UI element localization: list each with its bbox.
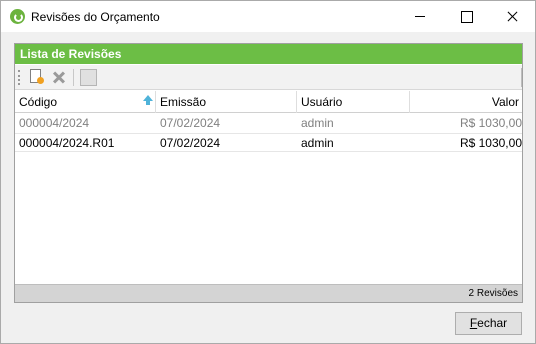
column-header-emissao[interactable]: Emissão [156,91,297,113]
column-header-usuario[interactable]: Usuário [297,91,410,113]
delete-icon[interactable] [50,68,68,86]
new-star-icon [37,77,44,84]
maximize-button[interactable] [443,1,489,32]
column-label: Usuário [301,95,343,109]
cell-emissao: 07/02/2024 [160,136,221,150]
revision-count: 2 Revisões [468,288,518,299]
table-row[interactable]: 000004/2024 07/02/2024 admin R$ 1030,00 [15,114,522,133]
toolbar-edge [521,68,522,87]
cell-emissao: 07/02/2024 [160,116,221,130]
app-logo-icon [10,9,25,24]
cell-codigo: 000004/2024 [19,116,90,130]
title-bar[interactable]: Revisões do Orçamento [1,1,535,32]
panel-title: Lista de Revisões [20,47,122,61]
close-window-button[interactable] [489,1,535,32]
toolbar-grip[interactable] [18,70,20,85]
column-label: Código [19,95,58,109]
sort-ascending-icon [143,95,153,105]
blank-tool-icon[interactable] [79,68,97,86]
column-label: Valor [491,95,519,109]
panel-header: Lista de Revisões [15,44,522,64]
window-title: Revisões do Orçamento [31,10,160,24]
cell-codigo: 000004/2024.R01 [19,136,115,150]
column-header-codigo[interactable]: Código [15,91,156,113]
revisions-grid: Código Emissão Usuário Valor 000004/2024… [15,91,522,283]
cell-valor: R$ 1030,00 [459,136,522,150]
revisions-panel: Lista de Revisões Código Emissão Usuário… [14,43,523,303]
minimize-button[interactable] [397,1,443,32]
dialog-window: Revisões do Orçamento Lista de Revisões … [0,0,536,344]
toolbar-separator [73,69,74,86]
grid-header: Código Emissão Usuário Valor [15,91,522,113]
cell-usuario: admin [301,136,334,150]
close-button[interactable]: Fechar [455,312,522,335]
cell-usuario: admin [301,116,334,130]
cell-valor: R$ 1030,00 [459,116,522,130]
table-row[interactable]: 000004/2024.R01 07/02/2024 admin R$ 1030… [15,133,522,152]
toolbar [15,65,522,90]
new-revision-icon[interactable] [27,68,45,86]
close-button-label: echar [477,316,508,330]
column-label: Emissão [160,95,207,109]
status-bar: 2 Revisões [15,284,522,302]
column-header-valor[interactable]: Valor [410,91,522,113]
